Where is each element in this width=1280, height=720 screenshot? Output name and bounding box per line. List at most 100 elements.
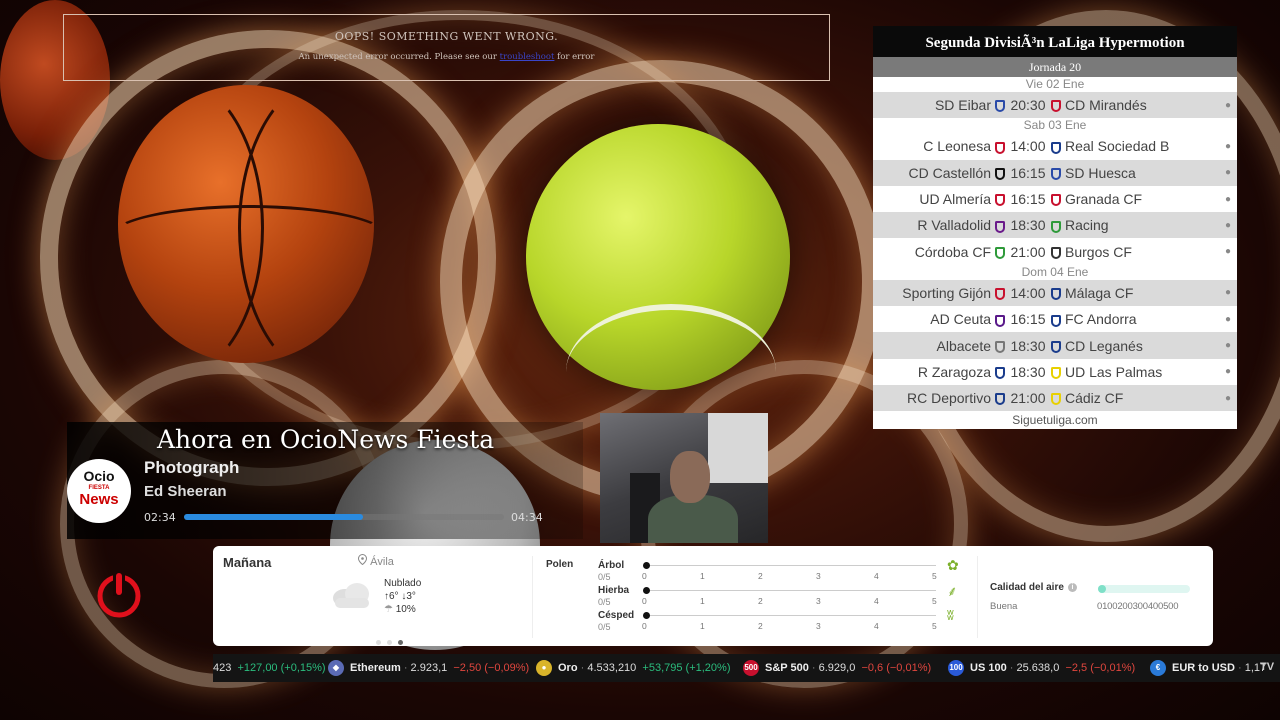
match-row[interactable]: AD Ceuta 16:15 FC Andorra ● — [873, 306, 1237, 333]
home-team: Albacete — [873, 338, 1009, 354]
ticker-change: +127,00 (+0,15%) — [237, 662, 326, 674]
home-team-name: UD Almería — [919, 191, 991, 208]
pollen-score: 0/5 — [598, 572, 611, 582]
stadium-pin-icon[interactable]: ● — [1225, 287, 1231, 298]
pollen-scale-tick: 0 — [642, 621, 647, 631]
info-icon[interactable]: i — [1067, 582, 1077, 592]
temp-high: 6° — [389, 591, 399, 602]
away-team: FC Andorra — [1047, 311, 1167, 327]
league-fixtures-widget: Segunda DivisiÃ³n LaLiga Hypermotion Jor… — [873, 26, 1237, 430]
stadium-pin-icon[interactable]: ● — [1225, 393, 1231, 404]
match-row[interactable]: Córdoba CF 21:00 Burgos CF ● — [873, 238, 1237, 265]
pollen-scale-tick: 2 — [758, 571, 763, 581]
gold-coin-icon: ● — [536, 660, 552, 677]
ticker-item[interactable]: ● Oro · 4.533,210 +53,795 (+1,20%) — [536, 654, 731, 682]
stadium-pin-icon[interactable]: ● — [1225, 314, 1231, 325]
ticker-name: EUR to USD — [1172, 662, 1235, 674]
ticker-item[interactable]: 100 US 100 · 25.638,0 −2,5 (−0,01%) — [948, 654, 1135, 682]
home-team-crest-icon — [995, 220, 1005, 233]
home-team-name: R Zaragoza — [917, 363, 991, 380]
troubleshoot-link[interactable]: troubleshoot — [500, 52, 555, 62]
now-playing-heading: Ahora en OcioNews Fiesta — [157, 425, 495, 454]
home-team: SD Eibar — [873, 97, 1009, 113]
pollen-row: Hierba 0/5 0 1 2 3 4 5 ⸙ — [598, 583, 968, 609]
pollen-scale-tick: 5 — [932, 571, 937, 581]
total-time: 04:34 — [511, 511, 543, 524]
home-team-crest-icon — [995, 141, 1005, 154]
pollen-score: 0/5 — [598, 597, 611, 607]
ticker-name: US 100 — [970, 662, 1007, 674]
match-row[interactable]: Sporting Gijón 14:00 Málaga CF ● — [873, 279, 1237, 307]
home-team-name: C Leonesa — [923, 138, 991, 155]
carousel-dot[interactable] — [376, 640, 381, 645]
stadium-pin-icon[interactable]: ● — [1225, 246, 1231, 257]
away-team: Granada CF — [1047, 191, 1167, 207]
away-team: Racing — [1047, 217, 1167, 233]
match-row[interactable]: CD Castellón 16:15 SD Huesca ● — [873, 159, 1237, 186]
away-team: SD Huesca — [1047, 165, 1167, 181]
ticker-item[interactable]: 500 S&P 500 · 6.929,0 −0,6 (−0,01%) — [743, 654, 931, 682]
match-row[interactable]: C Leonesa 14:00 Real Sociedad B ● — [873, 133, 1237, 160]
match-row[interactable]: SD Eibar 20:30 CD Mirandés ● — [873, 92, 1237, 119]
match-time: 14:00 — [1010, 284, 1046, 301]
pollen-level-marker — [643, 587, 650, 594]
pollen-level-marker — [643, 612, 650, 619]
match-row[interactable]: R Zaragoza 18:30 UD Las Palmas ● — [873, 358, 1237, 385]
carousel-dot-active[interactable] — [398, 640, 403, 645]
stadium-pin-icon[interactable]: ● — [1225, 141, 1231, 152]
away-team-crest-icon — [1051, 367, 1061, 380]
away-team-name: SD Huesca — [1065, 164, 1136, 181]
pollen-scale-tick: 1 — [700, 596, 705, 606]
ticker-price: 423 — [213, 662, 232, 674]
market-ticker: 423 +127,00 (+0,15%) ◆ Ethereum · 2.923,1 … — [213, 654, 1280, 682]
ticker-item[interactable]: 423 +127,00 (+0,15%) — [213, 654, 326, 682]
error-title: OOPS! SOMETHING WENT WRONG. — [334, 30, 559, 43]
ticker-item[interactable]: € EUR to USD · 1,17 — [1150, 654, 1266, 682]
match-time: 20:30 — [1010, 97, 1046, 114]
ticker-change: −2,5 (−0,01%) — [1065, 662, 1136, 674]
webcam-feed — [600, 413, 768, 543]
ticker-price: 25.638,0 — [1016, 662, 1060, 674]
home-team-name: CD Castellón — [908, 164, 991, 181]
home-team: R Zaragoza — [873, 364, 1009, 380]
home-team-name: RC Deportivo — [906, 390, 991, 407]
match-time: 16:15 — [1010, 164, 1046, 181]
us100-icon: 100 — [948, 660, 964, 677]
match-row[interactable]: Albacete 18:30 CD Leganés ● — [873, 332, 1237, 359]
home-team-crest-icon — [995, 393, 1005, 406]
carousel-dots[interactable] — [376, 632, 409, 650]
stadium-pin-icon[interactable]: ● — [1225, 100, 1231, 111]
league-source-link[interactable]: Siguetuliga.com — [873, 411, 1237, 430]
stadium-pin-icon[interactable]: ● — [1225, 194, 1231, 205]
stadium-pin-icon[interactable]: ● — [1225, 340, 1231, 351]
carousel-dot[interactable] — [387, 640, 392, 645]
match-time: 18:30 — [1010, 363, 1046, 380]
tradingview-logo-icon[interactable]: TV — [1260, 661, 1276, 675]
pollen-row: Césped 0/5 0 1 2 3 4 5 ʬ — [598, 607, 968, 634]
error-message-box: OOPS! SOMETHING WENT WRONG. An unexpecte… — [63, 14, 830, 81]
rain-percent: 10% — [395, 604, 416, 615]
home-team-name: Córdoba CF — [914, 243, 991, 260]
stadium-pin-icon[interactable]: ● — [1225, 167, 1231, 178]
location-label[interactable]: Ávila — [357, 553, 394, 568]
away-team-crest-icon — [1051, 141, 1061, 154]
ticker-item[interactable]: ◆ Ethereum · 2.923,1 −2,50 (−0,09%) — [328, 654, 529, 682]
grass-icon: ⸙ — [947, 583, 958, 599]
stadium-pin-icon[interactable]: ● — [1225, 366, 1231, 377]
home-team-name: R Valladolid — [917, 217, 991, 234]
home-team-crest-icon — [995, 367, 1005, 380]
pollen-scale-tick: 4 — [874, 571, 879, 581]
round-label: Jornada 20 — [873, 57, 1237, 77]
ticker-name: S&P 500 — [765, 662, 809, 674]
match-row[interactable]: R Valladolid 18:30 Racing ● — [873, 212, 1237, 239]
match-row[interactable]: UD Almería 16:15 Granada CF ● — [873, 185, 1237, 213]
power-icon[interactable] — [95, 570, 143, 618]
stadium-pin-icon[interactable]: ● — [1225, 220, 1231, 231]
location-pin-icon — [357, 553, 370, 568]
air-quality-level: Buena — [990, 601, 1018, 612]
artist-name: Ed Sheeran — [144, 483, 227, 500]
rain-chance: ☂ 10% — [384, 604, 416, 615]
away-team-crest-icon — [1051, 220, 1061, 233]
away-team: Málaga CF — [1047, 285, 1167, 301]
match-row[interactable]: RC Deportivo 21:00 Cádiz CF ● — [873, 384, 1237, 412]
